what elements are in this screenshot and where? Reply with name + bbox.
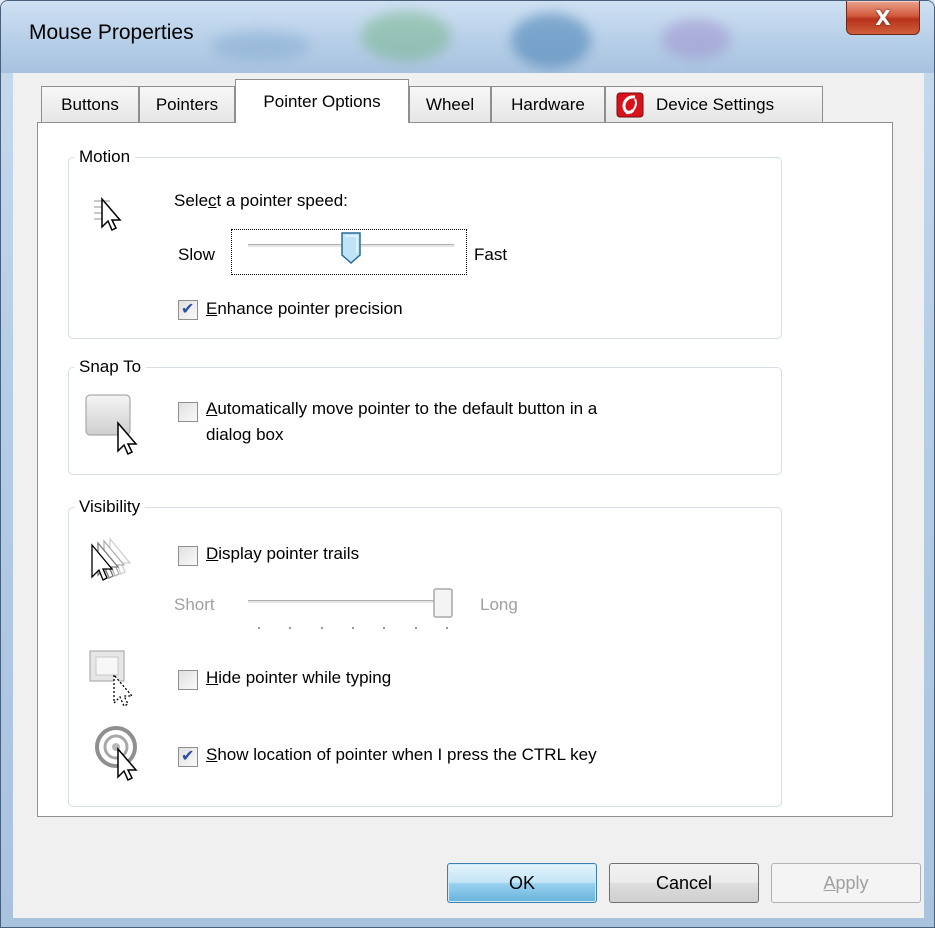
trail-length-track[interactable] (248, 600, 452, 604)
hide-pointer-checkbox[interactable] (178, 670, 198, 690)
snap-to-default-label-line2[interactable]: dialog box (206, 425, 284, 445)
show-location-label[interactable]: Show location of pointer when I press th… (206, 745, 597, 765)
visibility-group-label: Visibility (74, 497, 146, 517)
snap-to-button-icon (84, 393, 146, 460)
tab-hardware[interactable]: Hardware (491, 86, 605, 122)
snap-to-group (68, 367, 782, 475)
synaptics-icon (616, 92, 644, 118)
tab-pointer-options[interactable]: Pointer Options (235, 79, 409, 123)
pointer-trails-label[interactable]: Display pointer trails (206, 544, 359, 564)
pointer-options-panel: Motion Select a pointer speed: Slow Fast… (37, 122, 893, 817)
window-title: Mouse Properties (29, 21, 194, 44)
ok-button[interactable]: OK (447, 863, 597, 903)
motion-group-label: Motion (74, 147, 136, 167)
tab-label: Pointer Options (263, 91, 381, 111)
tab-label: Device Settings (656, 94, 775, 114)
speed-slider-thumb[interactable] (340, 231, 362, 265)
long-label: Long (480, 595, 518, 614)
trail-length-thumb[interactable] (432, 587, 454, 621)
cancel-button[interactable]: Cancel (609, 863, 759, 903)
close-icon: X (875, 5, 891, 30)
snap-to-default-label[interactable]: Automatically move pointer to the defaul… (206, 399, 597, 419)
trail-length-ticks (258, 627, 448, 629)
tab-label: Buttons (61, 94, 119, 114)
pointer-speed-label: Select a pointer speed: (174, 191, 348, 210)
apply-button[interactable]: Apply (771, 863, 921, 903)
dialog-client-area: Buttons Pointers Pointer Options Wheel H… (13, 73, 924, 918)
tab-label: Hardware (511, 94, 585, 114)
snap-to-group-label: Snap To (74, 357, 147, 377)
tab-label: Pointers (155, 94, 219, 114)
pointer-location-icon (94, 725, 154, 788)
tab-wheel[interactable]: Wheel (409, 86, 491, 122)
hide-pointer-icon (88, 649, 144, 718)
enhance-precision-label[interactable]: Enhance pointer precision (206, 299, 403, 319)
enhance-precision-checkbox[interactable] (178, 299, 198, 320)
hide-pointer-label[interactable]: Hide pointer while typing (206, 668, 391, 688)
show-location-checkbox[interactable] (178, 746, 198, 767)
tab-buttons[interactable]: Buttons (41, 86, 139, 122)
fast-label: Fast (474, 245, 508, 264)
tab-pointers[interactable]: Pointers (139, 86, 235, 122)
mouse-properties-window: Mouse Properties X Buttons Pointers Poin… (0, 0, 935, 928)
pointer-trails-icon (86, 533, 156, 594)
close-button[interactable]: X (846, 1, 920, 35)
title-bar[interactable]: Mouse Properties X (1, 1, 934, 73)
tab-device-settings[interactable]: Device Settings (605, 86, 823, 122)
tab-label: Wheel (425, 94, 475, 114)
snap-to-default-checkbox[interactable] (178, 402, 198, 422)
pointer-speed-icon (90, 193, 130, 242)
short-label: Short (174, 595, 215, 614)
pointer-trails-checkbox[interactable] (178, 546, 198, 566)
slow-label: Slow (178, 245, 215, 264)
